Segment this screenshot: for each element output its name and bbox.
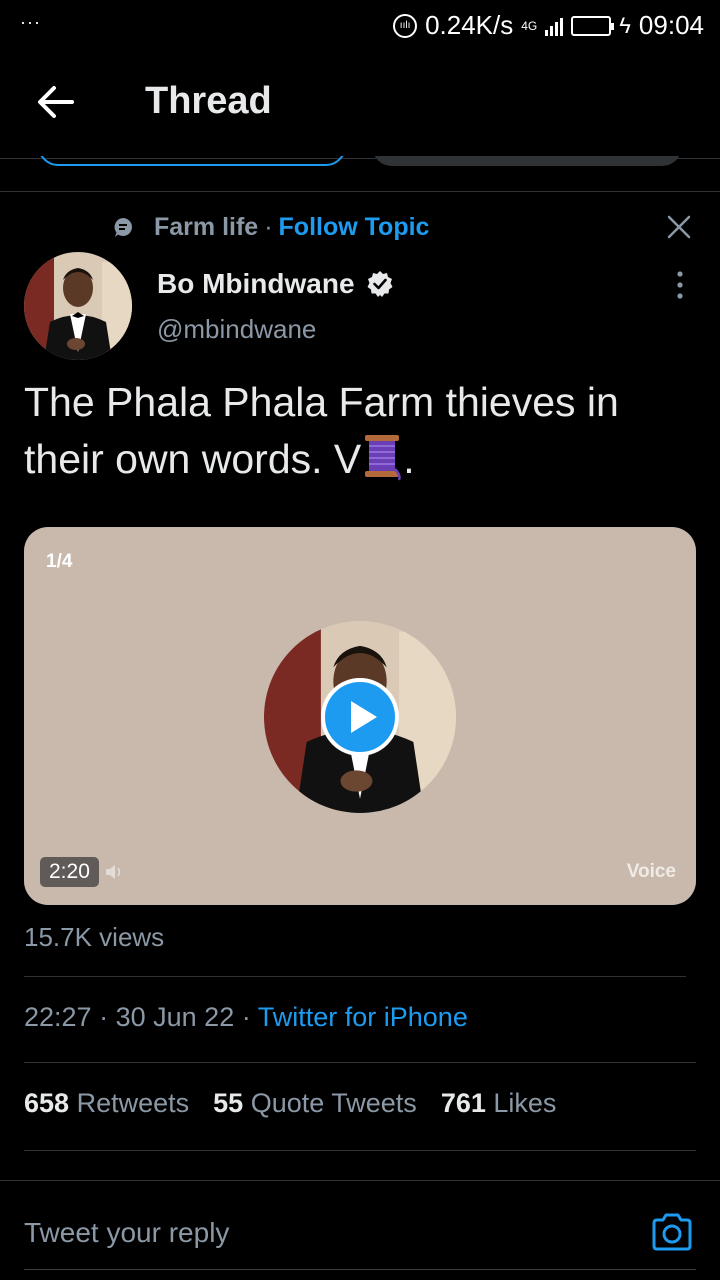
status-indicators: ıılı 0.24K/s 4G ϟ 09:04 bbox=[393, 10, 704, 41]
thread-spool-emoji bbox=[365, 435, 401, 481]
clock: 09:04 bbox=[638, 10, 704, 40]
tweet-date: 30 Jun 22 bbox=[115, 1002, 235, 1032]
avatar[interactable] bbox=[24, 252, 132, 360]
divider bbox=[24, 976, 686, 977]
divider bbox=[24, 1062, 696, 1063]
app-bar: Thread bbox=[0, 52, 720, 156]
follow-topic-link[interactable]: Follow Topic bbox=[279, 213, 430, 242]
retweets-label: Retweets bbox=[76, 1088, 190, 1118]
speaker-icon[interactable] bbox=[104, 862, 126, 882]
media-duration: 2:20 bbox=[40, 857, 99, 887]
media-counter: 1/4 bbox=[46, 551, 73, 572]
topic-row: Farm life · Follow Topic bbox=[112, 210, 429, 244]
reply-input[interactable] bbox=[24, 1213, 624, 1253]
page-title: Thread bbox=[145, 80, 272, 122]
network-speed: 0.24K/s bbox=[425, 10, 514, 40]
topic-bubble-icon bbox=[114, 218, 132, 237]
quote-tweets-count: 55 bbox=[213, 1088, 244, 1118]
signal-icon bbox=[545, 16, 564, 36]
author-name: Bo Mbindwane bbox=[157, 268, 355, 299]
tweet-time: 22:27 bbox=[24, 1002, 92, 1032]
camera-icon[interactable] bbox=[650, 1211, 694, 1253]
quote-tweets-stat[interactable]: 55 Quote Tweets bbox=[213, 1088, 417, 1119]
author-name-row[interactable]: Bo Mbindwane bbox=[157, 268, 395, 300]
reply-underline bbox=[24, 1269, 696, 1270]
status-bar: ··· ıılı 0.24K/s 4G ϟ 09:04 bbox=[0, 0, 720, 52]
engagement-stats: 658 Retweets 55 Quote Tweets 761 Likes bbox=[24, 1088, 556, 1119]
verified-badge-icon bbox=[367, 271, 393, 297]
media-card[interactable]: 1/4 2:20 Voice bbox=[24, 527, 696, 905]
reply-bar bbox=[0, 1180, 720, 1280]
tweet-suffix: . bbox=[403, 436, 415, 482]
avatar-image bbox=[24, 252, 132, 360]
close-icon[interactable] bbox=[666, 214, 692, 240]
likes-count: 761 bbox=[440, 1088, 486, 1118]
play-icon[interactable] bbox=[320, 677, 400, 757]
topic-name: Farm life bbox=[154, 212, 259, 241]
retweets-count: 658 bbox=[24, 1088, 70, 1118]
divider bbox=[24, 1150, 696, 1151]
topic-separator: · bbox=[264, 212, 273, 241]
meta-separator-2: · bbox=[241, 1002, 251, 1032]
status-dots: ··· bbox=[20, 12, 41, 32]
author-handle[interactable]: @mbindwane bbox=[157, 314, 316, 345]
tweet-source-link[interactable]: Twitter for iPhone bbox=[258, 1002, 468, 1032]
battery-icon bbox=[571, 15, 615, 36]
network-type: 4G bbox=[521, 18, 538, 33]
view-count[interactable]: 15.7K views bbox=[24, 922, 164, 953]
charging-icon: ϟ bbox=[619, 12, 631, 38]
voice-label: Voice bbox=[626, 861, 676, 882]
likes-label: Likes bbox=[493, 1088, 557, 1118]
chip-button-outline[interactable] bbox=[38, 156, 346, 166]
chip-button-filled[interactable] bbox=[372, 156, 682, 166]
retweets-stat[interactable]: 658 Retweets bbox=[24, 1088, 189, 1119]
scrolled-chips bbox=[0, 156, 720, 192]
more-options-icon[interactable] bbox=[674, 270, 686, 300]
arrow-left-icon[interactable] bbox=[36, 82, 76, 122]
tweet-body: The Phala Phala Farm thieves in their ow… bbox=[24, 379, 619, 482]
likes-stat[interactable]: 761 Likes bbox=[441, 1088, 557, 1119]
tweet-meta: 22:27 · 30 Jun 22 · Twitter for iPhone bbox=[24, 1002, 468, 1033]
meta-separator-1: · bbox=[99, 1002, 109, 1032]
tweet-text: The Phala Phala Farm thieves in their ow… bbox=[24, 374, 696, 488]
quote-tweets-label: Quote Tweets bbox=[250, 1088, 417, 1118]
data-usage-icon: ıılı bbox=[393, 13, 418, 38]
